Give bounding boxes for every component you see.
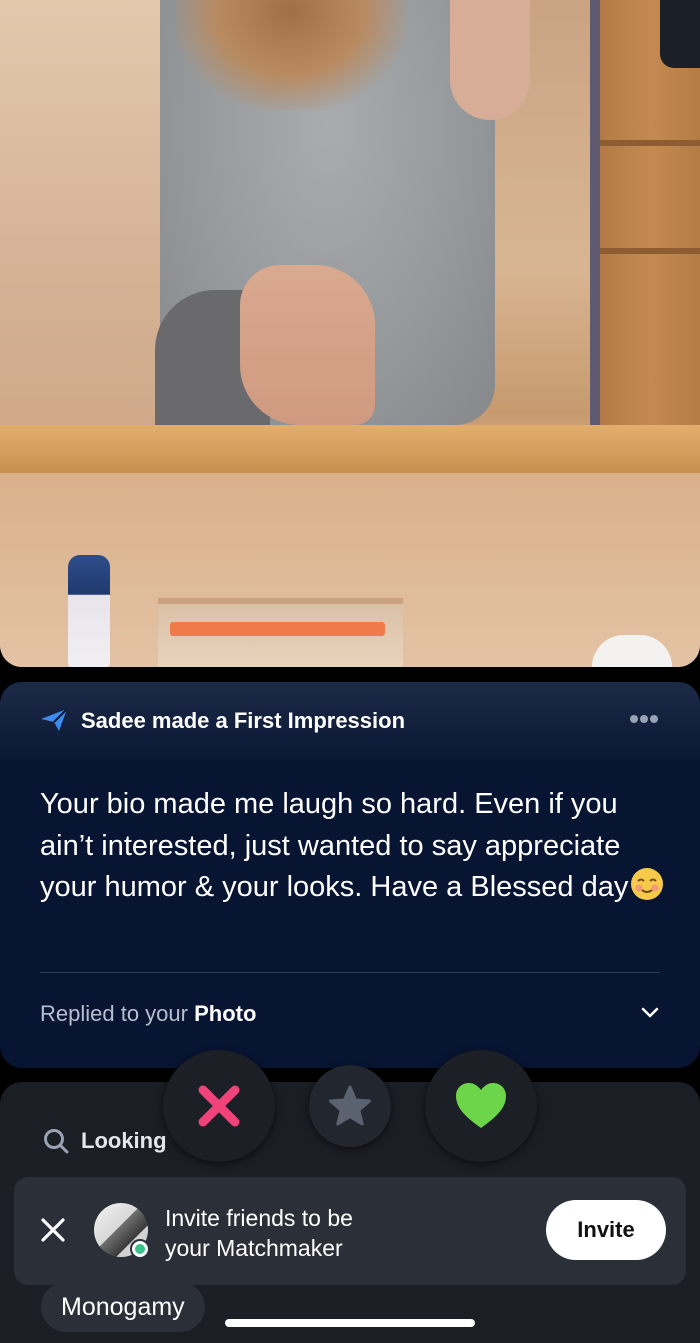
- photo-overlay-tab: [660, 0, 700, 68]
- pass-button[interactable]: [163, 1050, 275, 1162]
- reply-target: Photo: [194, 1001, 257, 1026]
- close-x-icon: [198, 1085, 240, 1127]
- photo-arm: [240, 265, 375, 425]
- photo-counter: [0, 425, 700, 473]
- home-indicator[interactable]: [225, 1319, 475, 1327]
- divider: [40, 972, 660, 973]
- heart-icon: [456, 1083, 506, 1128]
- photo-box-stripe: [170, 622, 385, 636]
- first-impression-card: Sadee made a First Impression Your bio m…: [0, 682, 700, 1068]
- more-dots-icon[interactable]: [629, 712, 659, 726]
- message-text: Your bio made me laugh so hard. Even if …: [40, 788, 629, 903]
- photo-door-edge: [590, 0, 600, 440]
- invite-button[interactable]: Invite: [546, 1200, 666, 1260]
- superlike-button[interactable]: [309, 1065, 391, 1147]
- close-icon[interactable]: [40, 1217, 66, 1243]
- impression-message: Your bio made me laugh so hard. Even if …: [40, 784, 670, 909]
- reply-context: Replied to your Photo: [40, 1001, 256, 1027]
- photo-cabinet-line: [600, 140, 700, 146]
- invite-message-line2: your Matchmaker: [165, 1235, 343, 1261]
- photo-bottle: [68, 555, 110, 667]
- invite-banner: Invite friends to be your Matchmaker Inv…: [14, 1177, 686, 1285]
- photo-hand: [450, 0, 530, 120]
- monogamy-chip: Monogamy: [41, 1282, 205, 1332]
- chevron-down-icon[interactable]: [640, 1006, 660, 1020]
- photo-hair: [175, 0, 405, 110]
- smiling-face-emoji-icon: [631, 868, 664, 900]
- avatar-heart-badge-icon: [130, 1239, 150, 1259]
- looking-for-label: Looking: [81, 1128, 167, 1153]
- reply-prefix: Replied to your: [40, 1001, 195, 1026]
- invite-message: Invite friends to be your Matchmaker: [165, 1203, 425, 1263]
- search-icon: [44, 1129, 69, 1154]
- star-icon: [329, 1085, 371, 1126]
- photo-cabinet-line: [600, 248, 700, 254]
- header-title: Sadee made a First Impression: [81, 708, 406, 733]
- like-button[interactable]: [425, 1050, 537, 1162]
- photo-wall: [0, 0, 175, 425]
- invite-message-line1: Invite friends to be: [165, 1205, 353, 1231]
- card-header: Sadee made a First Impression: [0, 682, 700, 760]
- paper-plane-icon: [41, 708, 68, 731]
- profile-photo[interactable]: [0, 0, 700, 667]
